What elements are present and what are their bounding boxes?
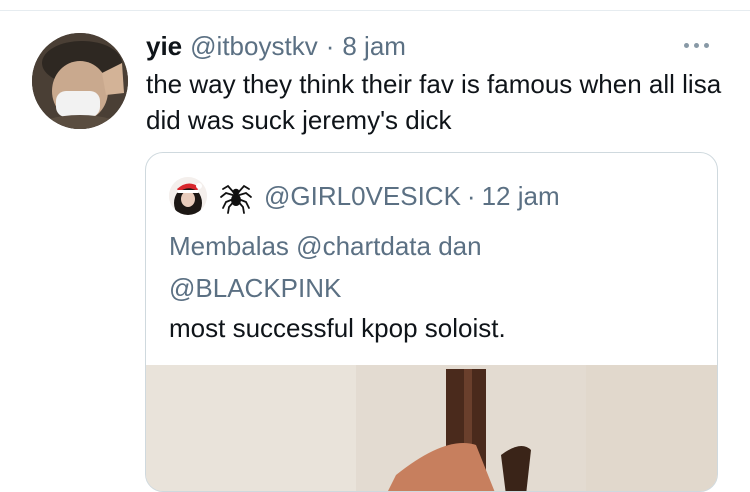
more-horizontal-icon[interactable] [684,38,714,52]
quote-user-handle[interactable]: @GIRL0VESICK [264,179,461,213]
tweet[interactable]: yie @itboystkv · 8 jam the way they thin… [0,0,750,492]
mention-blackpink[interactable]: @BLACKPINK [169,273,341,303]
quote-avatar[interactable] [169,177,207,215]
quote-separator-dot: · [466,181,476,211]
timestamp[interactable]: 8 jam [342,30,406,62]
display-name[interactable]: yie [146,30,182,62]
quote-text: most successful kpop soloist. [169,313,506,343]
reply-conjunction: dan [438,231,482,261]
tweet-text: the way they think their fav is famous w… [146,69,722,135]
avatar[interactable] [32,33,128,129]
quote-media-image[interactable] [146,365,717,491]
separator-dot: · [325,31,335,61]
quoted-tweet[interactable]: @GIRL0VESICK · 12 jam Membalas @chartdat… [145,152,718,492]
mention-chartdata[interactable]: @chartdata [296,231,431,261]
tweet-header: yie @itboystkv · 8 jam [146,30,406,62]
spider-icon [219,178,253,214]
reply-context: Membalas @chartdata dan @BLACKPINK [169,225,689,309]
reply-prefix: Membalas [169,231,289,261]
user-handle[interactable]: @itboystkv [190,30,318,62]
quote-header: @GIRL0VESICK · 12 jam [264,179,560,213]
quote-timestamp[interactable]: 12 jam [482,179,560,213]
